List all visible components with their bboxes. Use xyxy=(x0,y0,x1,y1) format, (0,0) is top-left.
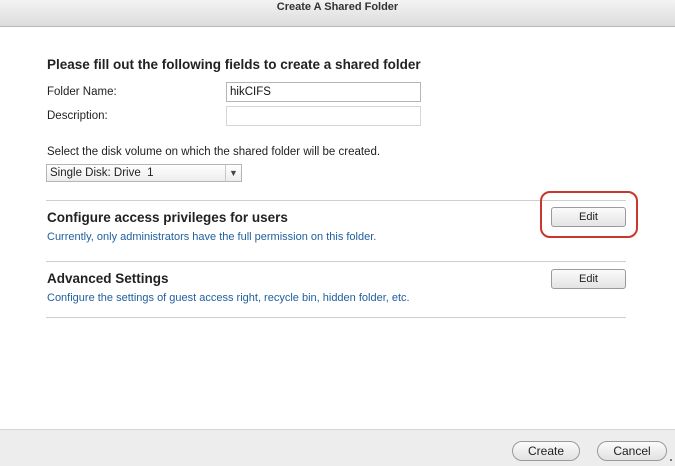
disk-volume-selected: Single Disk: Drive 1 xyxy=(50,167,154,179)
create-button[interactable]: Create xyxy=(512,441,580,461)
access-section-title: Configure access privileges for users xyxy=(47,210,288,225)
description-label: Description: xyxy=(47,110,108,122)
form-heading: Please fill out the following fields to … xyxy=(47,57,421,72)
divider xyxy=(46,317,626,318)
access-section-description: Currently, only administrators have the … xyxy=(47,231,377,243)
divider xyxy=(46,200,626,201)
advanced-section-title: Advanced Settings xyxy=(47,271,169,286)
advanced-section-description: Configure the settings of guest access r… xyxy=(47,292,410,304)
dialog-footer: Create Cancel xyxy=(0,429,675,466)
folder-name-label: Folder Name: xyxy=(47,86,117,98)
access-edit-button[interactable]: Edit xyxy=(551,207,626,227)
description-input[interactable] xyxy=(226,106,421,126)
divider xyxy=(46,261,626,262)
folder-name-input[interactable] xyxy=(226,82,421,102)
volume-prompt: Select the disk volume on which the shar… xyxy=(47,146,381,158)
dialog-titlebar[interactable]: Create A Shared Folder xyxy=(0,0,675,27)
resize-handle-icon[interactable] xyxy=(670,459,672,461)
advanced-edit-button[interactable]: Edit xyxy=(551,269,626,289)
disk-volume-select[interactable]: Single Disk: Drive 1 ▼ xyxy=(46,164,242,182)
chevron-down-icon[interactable]: ▼ xyxy=(225,165,241,181)
dialog-title: Create A Shared Folder xyxy=(276,1,399,13)
cancel-button[interactable]: Cancel xyxy=(597,441,667,461)
